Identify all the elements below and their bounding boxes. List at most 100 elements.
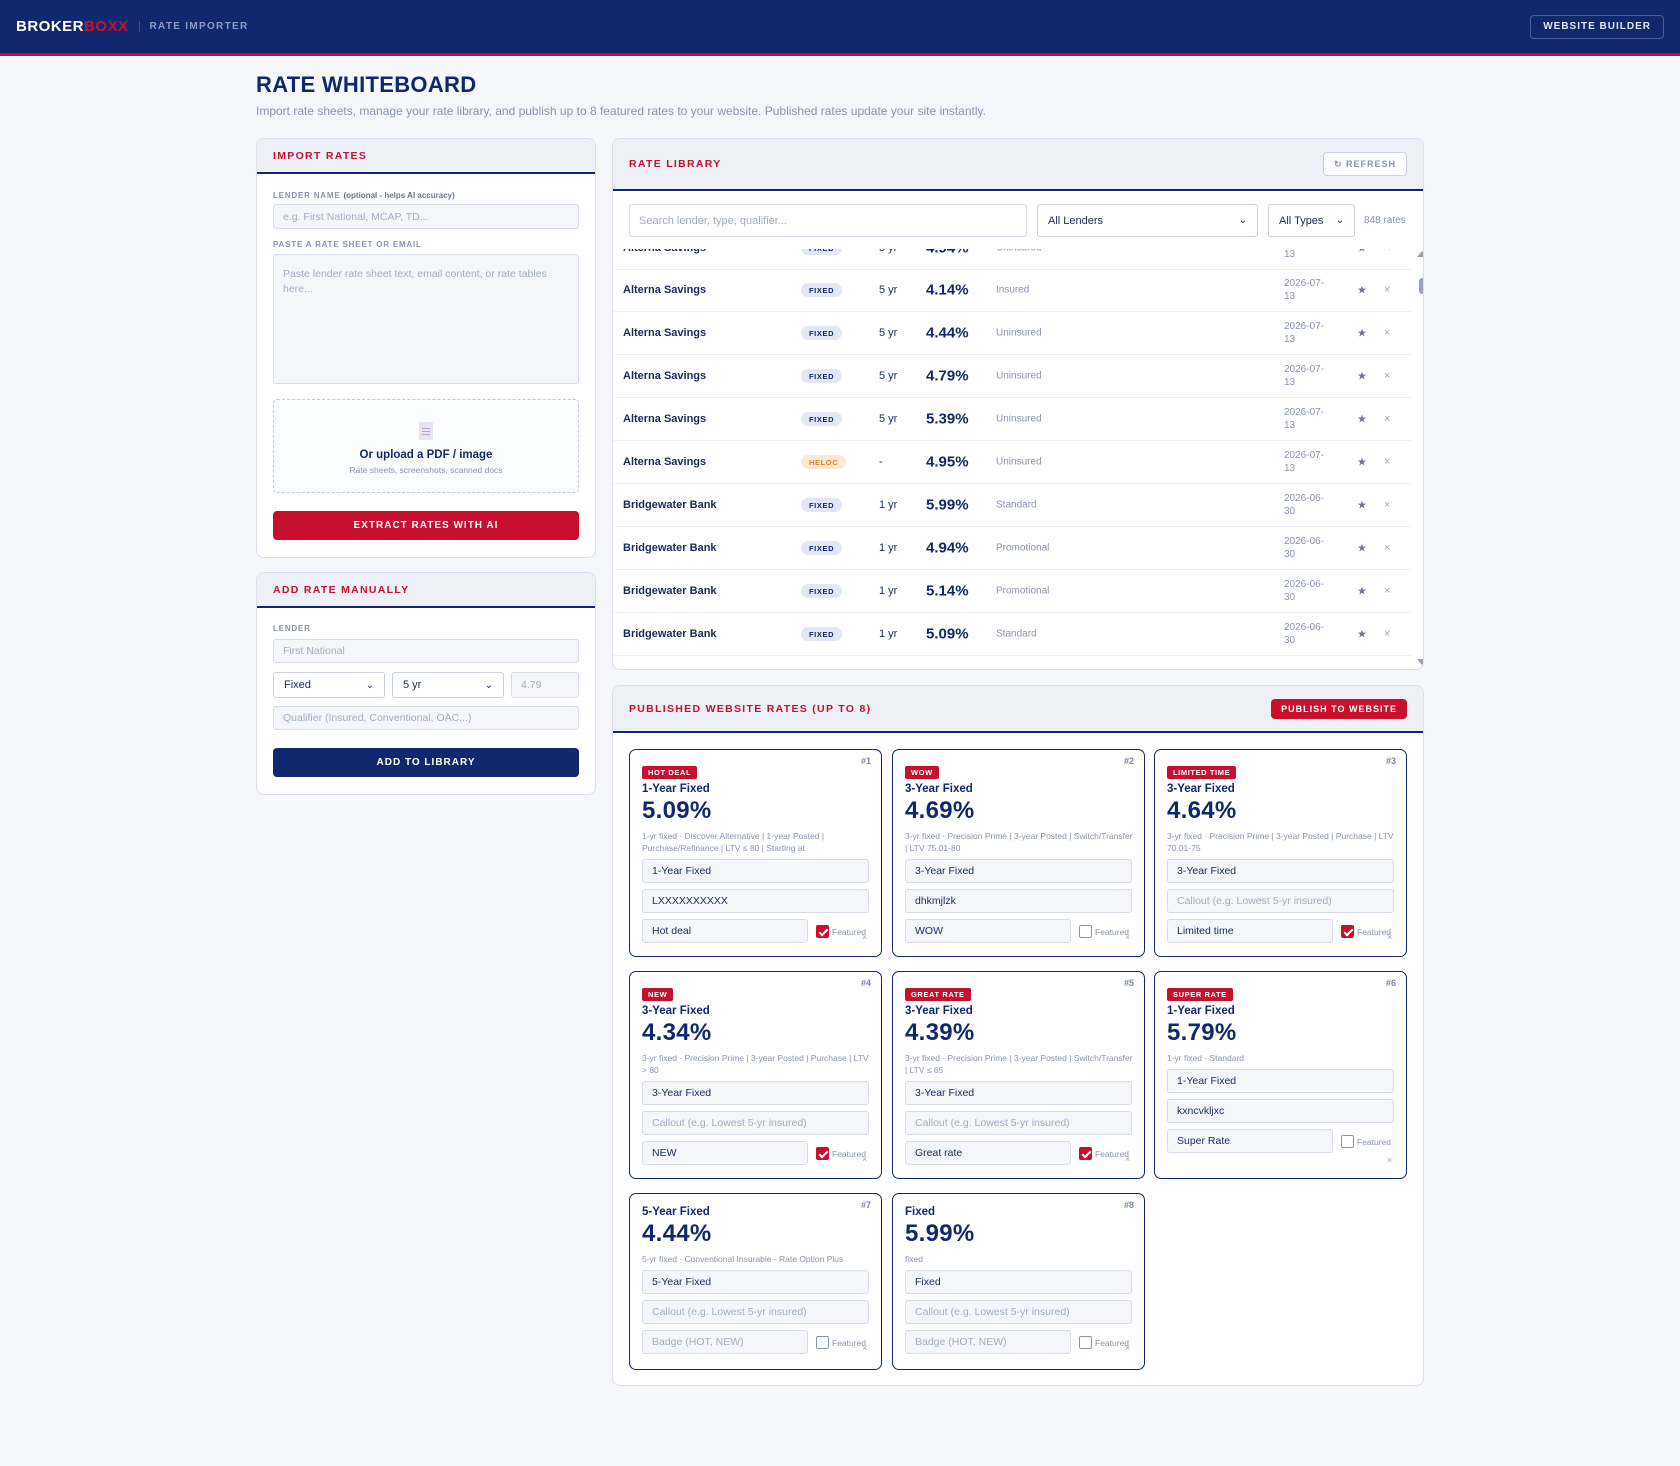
qualifier-input[interactable]: Qualifier (Insured, Conventional, OAC...… — [273, 706, 579, 730]
tile-badge-input[interactable]: Badge (HOT, NEW) — [905, 1330, 1071, 1354]
tile-title-input[interactable]: 3-Year Fixed — [642, 1081, 869, 1105]
refresh-button[interactable]: ↻ REFRESH — [1322, 152, 1407, 176]
close-icon[interactable]: × — [1387, 1155, 1392, 1165]
library-row[interactable]: Bridgewater Bank FIXED 1 yr 4.94% Promotiona… — [613, 527, 1411, 570]
close-icon[interactable]: × — [1384, 284, 1390, 296]
library-row[interactable]: Alterna Savings FIXED 5 yr 4.79% Uninsured 20… — [613, 355, 1411, 398]
tile-badge-input[interactable]: Super Rate — [1167, 1129, 1333, 1153]
tile-badge-input[interactable]: NEW — [642, 1141, 808, 1165]
library-row[interactable]: Alterna Savings FIXED 5 yr 4.44% Uninsured 20… — [613, 312, 1411, 355]
rate-library-list[interactable]: Alterna Savings FIXED 5 yr 4.94% Uninsured 20… — [613, 249, 1411, 661]
extract-rates-button[interactable]: EXTRACT RATES WITH AI — [273, 511, 579, 540]
published-rate-tile[interactable]: #7 5-Year Fixed 4.44% 5-yr fixed · Conventi… — [629, 1193, 882, 1370]
tile-badge: HOT DEAL — [642, 766, 698, 779]
scrollbar-thumb[interactable] — [1419, 278, 1423, 294]
tile-title-input[interactable]: 1-Year Fixed — [642, 859, 869, 883]
featured-checkbox[interactable] — [1079, 1147, 1092, 1160]
tile-callout-input[interactable]: kxncvkljxc — [1167, 1099, 1394, 1123]
close-icon[interactable]: × — [1125, 1154, 1130, 1164]
close-icon[interactable]: × — [1384, 249, 1390, 254]
website-builder-button[interactable]: WEBSITE BUILDER — [1530, 14, 1664, 39]
star-icon[interactable]: ★ — [1357, 249, 1367, 255]
featured-checkbox[interactable] — [816, 1147, 829, 1160]
featured-checkbox[interactable] — [1341, 1135, 1354, 1148]
featured-checkbox[interactable] — [1079, 1336, 1092, 1349]
published-rate-tile[interactable]: #1 HOT DEAL 1-Year Fixed 5.09% 1-yr fixed · … — [629, 749, 882, 957]
tile-callout-input[interactable]: Callout (e.g. Lowest 5-yr insured) — [642, 1300, 869, 1324]
term-select[interactable]: 5 yr ⌄ — [392, 672, 504, 698]
tile-callout-input[interactable]: LXXXXXXXXXX — [642, 889, 869, 913]
close-icon[interactable]: × — [1384, 628, 1390, 640]
close-icon[interactable]: × — [1384, 413, 1390, 425]
paste-rate-sheet-textarea[interactable]: Paste lender rate sheet text, email cont… — [273, 254, 579, 384]
featured-checkbox[interactable] — [816, 1336, 829, 1349]
brand-logo[interactable]: BROKERBOXX — [16, 18, 129, 35]
close-icon[interactable]: × — [862, 1343, 867, 1353]
library-row[interactable]: Alterna Savings FIXED 5 yr 4.94% Uninsured 20… — [613, 249, 1411, 270]
library-row[interactable]: Bridgewater Bank FIXED 1 yr 5.14% Promotiona… — [613, 570, 1411, 613]
scroll-down-arrow[interactable] — [1417, 659, 1423, 665]
close-icon[interactable]: × — [1125, 1343, 1130, 1353]
library-row[interactable]: Alterna Savings FIXED 5 yr 4.14% Insured 2026… — [613, 269, 1411, 312]
tile-callout-input[interactable]: dhkmjlzk — [905, 889, 1132, 913]
close-icon[interactable]: × — [1384, 370, 1390, 382]
library-search-input[interactable]: Search lender, type, qualifier... — [629, 204, 1027, 237]
scroll-up-arrow[interactable] — [1417, 251, 1423, 257]
publish-to-website-button[interactable]: PUBLISH TO WEBSITE — [1271, 698, 1407, 719]
tile-title-input[interactable]: 3-Year Fixed — [1167, 859, 1394, 883]
tile-badge-input[interactable]: Hot deal — [642, 919, 808, 943]
library-row[interactable]: Alterna Savings HELOC - 4.95% Uninsured 2026-… — [613, 441, 1411, 484]
published-rate-tile[interactable]: #3 LIMITED TIME 3-Year Fixed 4.64% 3-yr fixe… — [1154, 749, 1407, 957]
close-icon[interactable]: × — [1125, 932, 1130, 942]
star-icon[interactable]: ★ — [1357, 284, 1367, 297]
star-icon[interactable]: ★ — [1357, 327, 1367, 340]
star-icon[interactable]: ★ — [1357, 499, 1367, 512]
featured-checkbox[interactable] — [1079, 925, 1092, 938]
tile-callout-input[interactable]: Callout (e.g. Lowest 5-yr insured) — [642, 1111, 869, 1135]
tile-badge-input[interactable]: Limited time — [1167, 919, 1333, 943]
featured-checkbox[interactable] — [816, 925, 829, 938]
star-icon[interactable]: ★ — [1357, 542, 1367, 555]
featured-checkbox[interactable] — [1341, 925, 1354, 938]
lender-filter-select[interactable]: All Lenders ⌄ — [1037, 204, 1258, 237]
library-row[interactable]: Alterna Savings FIXED 5 yr 5.39% Uninsured 20… — [613, 398, 1411, 441]
close-icon[interactable]: × — [862, 932, 867, 942]
published-rate-tile[interactable]: #5 GREAT RATE 3-Year Fixed 4.39% 3-yr fixed … — [892, 971, 1145, 1179]
close-icon[interactable]: × — [862, 1154, 867, 1164]
library-row[interactable]: Bridgewater Bank FIXED 1 yr 5.99% Standard 20… — [613, 484, 1411, 527]
star-icon[interactable]: ★ — [1357, 456, 1367, 469]
tile-title-input[interactable]: Fixed — [905, 1270, 1132, 1294]
add-to-library-button[interactable]: ADD TO LIBRARY — [273, 748, 579, 777]
close-icon[interactable]: × — [1387, 932, 1392, 942]
rate-input[interactable]: 4.79 — [511, 672, 579, 698]
rate-type-select[interactable]: Fixed ⌄ — [273, 672, 385, 698]
published-rate-tile[interactable]: #4 NEW 3-Year Fixed 4.34% 3-yr fixed · Preci… — [629, 971, 882, 1179]
close-icon[interactable]: × — [1384, 585, 1390, 597]
close-icon[interactable]: × — [1384, 542, 1390, 554]
tile-callout-input[interactable]: Callout (e.g. Lowest 5-yr insured) — [905, 1111, 1132, 1135]
library-row[interactable]: Bridgewater Bank FIXED 1 yr 5.09% Standard 20… — [613, 613, 1411, 656]
tile-title-input[interactable]: 3-Year Fixed — [905, 1081, 1132, 1105]
tile-title-input[interactable]: 5-Year Fixed — [642, 1270, 869, 1294]
tile-title-input[interactable]: 1-Year Fixed — [1167, 1069, 1394, 1093]
star-icon[interactable]: ★ — [1357, 585, 1367, 598]
close-icon[interactable]: × — [1384, 456, 1390, 468]
star-icon[interactable]: ★ — [1357, 413, 1367, 426]
tile-badge-input[interactable]: WOW — [905, 919, 1071, 943]
lender-input[interactable]: First National — [273, 639, 579, 663]
close-icon[interactable]: × — [1384, 499, 1390, 511]
tile-title-input[interactable]: 3-Year Fixed — [905, 859, 1132, 883]
tile-badge-input[interactable]: Badge (HOT, NEW) — [642, 1330, 808, 1354]
tile-badge-input[interactable]: Great rate — [905, 1141, 1071, 1165]
star-icon[interactable]: ★ — [1357, 370, 1367, 383]
lender-name-input[interactable]: e.g. First National, MCAP, TD... — [273, 204, 579, 229]
type-filter-select[interactable]: All Types ⌄ — [1268, 204, 1355, 237]
tile-callout-input[interactable]: Callout (e.g. Lowest 5-yr insured) — [905, 1300, 1132, 1324]
published-rate-tile[interactable]: #2 WOW 3-Year Fixed 4.69% 3-yr fixed · Preci… — [892, 749, 1145, 957]
upload-dropzone[interactable]: Or upload a PDF / image Rate sheets, scr… — [273, 399, 579, 493]
star-icon[interactable]: ★ — [1357, 628, 1367, 641]
tile-callout-input[interactable]: Callout (e.g. Lowest 5-yr insured) — [1167, 889, 1394, 913]
published-rate-tile[interactable]: #8 Fixed 5.99% fixed Fixed Callout (e.g. Lowe… — [892, 1193, 1145, 1370]
close-icon[interactable]: × — [1384, 327, 1390, 339]
published-rate-tile[interactable]: #6 SUPER RATE 1-Year Fixed 5.79% 1-yr fixed … — [1154, 971, 1407, 1179]
